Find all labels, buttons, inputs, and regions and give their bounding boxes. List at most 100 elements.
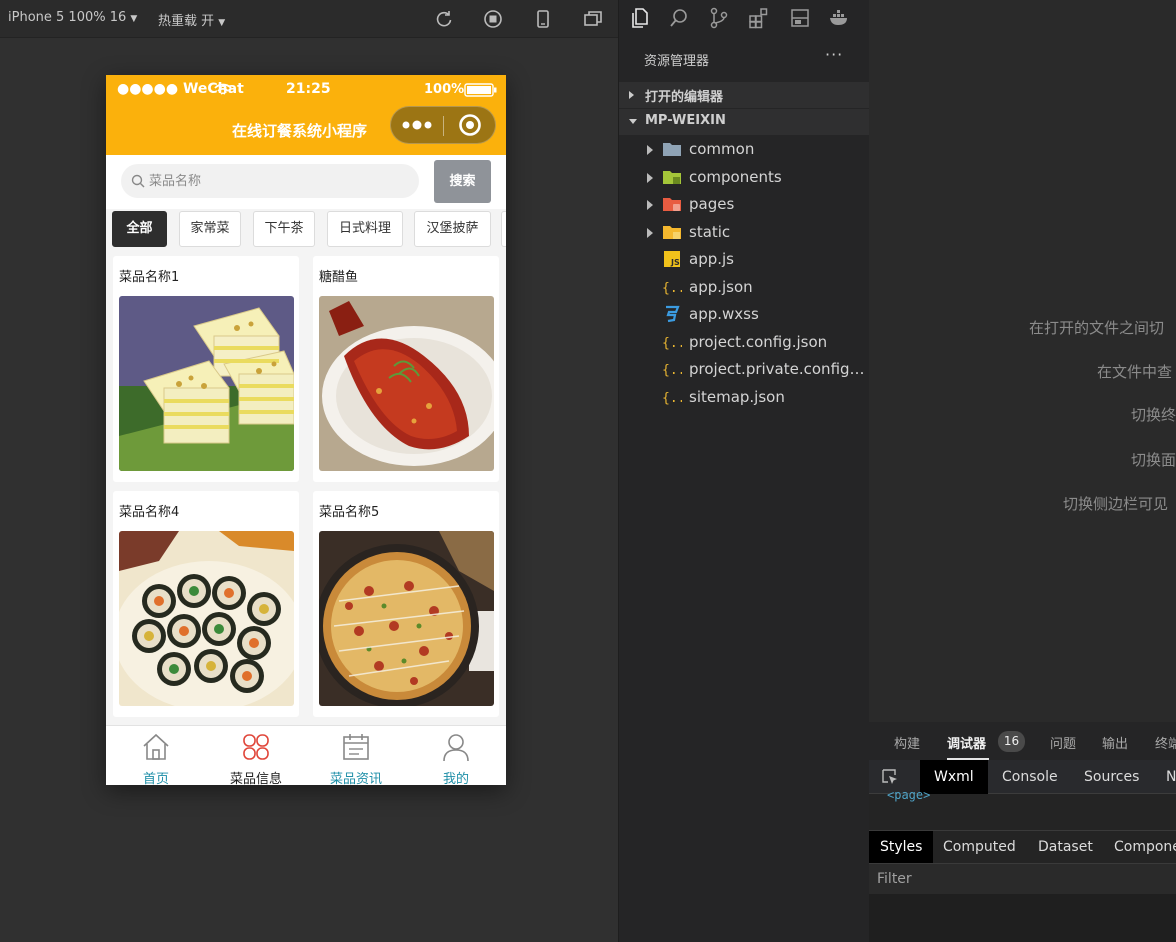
tab-computed[interactable]: Computed: [932, 831, 1027, 863]
layout-panel-icon[interactable]: [789, 7, 811, 29]
detach-window-icon[interactable]: [583, 9, 603, 29]
category-tab-home-style[interactable]: 家常菜: [179, 211, 241, 247]
section-label: MP-WEIXIN: [645, 113, 726, 128]
filter-input[interactable]: [873, 867, 1168, 891]
svg-text:{..}: {..}: [662, 336, 682, 351]
tree-file[interactable]: {..} app.json: [619, 274, 869, 301]
hot-reload-toggle[interactable]: 热重载 开 ▼: [158, 10, 225, 29]
open-editors-section[interactable]: 打开的编辑器: [619, 82, 869, 108]
user-icon: [443, 734, 469, 762]
category-tab-burger-pizza[interactable]: 汉堡披萨: [414, 211, 491, 247]
capsule-menu: [390, 106, 496, 144]
tab-dish-news[interactable]: 菜品资讯: [306, 726, 406, 785]
category-tabs: 全部 家常菜 下午茶 日式料理 汉堡披萨: [106, 209, 506, 255]
tab-dish-info[interactable]: 菜品信息: [206, 726, 306, 785]
tab-build[interactable]: 构建: [894, 733, 920, 752]
dish-card[interactable]: 菜品名称5: [313, 491, 499, 717]
status-time: 21:25: [286, 81, 331, 97]
tree-folder[interactable]: components: [619, 164, 869, 191]
tree-folder[interactable]: common: [619, 136, 869, 163]
source-control-icon[interactable]: [708, 7, 730, 29]
dish-card[interactable]: 菜品名称4: [113, 491, 299, 717]
category-tab-all[interactable]: 全部: [112, 211, 167, 247]
explorer-title: 资源管理器: [644, 54, 710, 69]
capsule-divider: [443, 116, 444, 136]
clover-grid-icon: [243, 734, 269, 760]
tab-terminal[interactable]: 终端: [1155, 733, 1176, 752]
tab-styles[interactable]: Styles: [869, 831, 934, 863]
shortcut-hint: 切换面: [1131, 451, 1176, 469]
dish-card[interactable]: 糖醋鱼: [313, 256, 499, 482]
device-selector[interactable]: iPhone 5 100% 16 ▼: [8, 10, 137, 25]
dish-name: 糖醋鱼: [319, 270, 359, 285]
tree-label: project.private.config.js...: [689, 360, 867, 378]
chevron-right-icon: [647, 145, 653, 155]
calendar-icon: [343, 734, 369, 760]
tab-output[interactable]: 输出: [1102, 733, 1128, 752]
tab-problems[interactable]: 问题: [1050, 733, 1076, 752]
tree-file[interactable]: JS app.js: [619, 246, 869, 273]
tab-component[interactable]: Component: [1103, 831, 1176, 863]
search-input[interactable]: [149, 164, 409, 198]
tree-file[interactable]: app.wxss: [619, 301, 869, 328]
page-title: 在线订餐系统小程序: [232, 122, 368, 140]
docker-icon[interactable]: [828, 7, 850, 29]
wxml-page-node[interactable]: <page>: [887, 788, 930, 802]
category-tab-afternoon-tea[interactable]: 下午茶: [253, 211, 315, 247]
nav-bar: ●●●●● WeChat 21:25 100% 在线订餐系统小程序: [106, 75, 506, 155]
dish-card[interactable]: 菜品名称1: [113, 256, 299, 482]
home-icon: [143, 733, 169, 760]
wifi-icon: [214, 83, 232, 95]
tree-file[interactable]: {..} project.private.config.js...: [619, 356, 869, 383]
chevron-right-icon: [647, 173, 653, 183]
phone-preview-icon[interactable]: [533, 9, 553, 29]
tab-network[interactable]: N: [1152, 760, 1176, 794]
json-file-icon: {..}: [662, 363, 682, 378]
category-tab-japanese[interactable]: 日式料理: [327, 211, 403, 247]
tree-label: common: [689, 140, 755, 158]
tree-label: static: [689, 223, 731, 241]
search-icon[interactable]: [668, 7, 690, 29]
dish-name: 菜品名称5: [319, 505, 380, 520]
refresh-icon[interactable]: [434, 9, 454, 29]
tree-folder[interactable]: pages: [619, 191, 869, 218]
battery-percent: 100%: [424, 82, 465, 97]
tab-label: 我的: [442, 772, 469, 785]
svg-text:{..}: {..}: [662, 281, 682, 296]
editor-area: 在打开的文件之间切 在文件中查 切换终 切换面 切换侧边栏可见: [869, 0, 1176, 722]
tab-sources[interactable]: Sources: [1070, 760, 1153, 794]
more-actions-icon[interactable]: ···: [825, 45, 843, 64]
json-file-icon: {..}: [662, 391, 682, 406]
tree-file[interactable]: {..} sitemap.json: [619, 384, 869, 411]
tree-folder[interactable]: static: [619, 219, 869, 246]
tree-label: pages: [689, 195, 735, 213]
tab-debugger[interactable]: 调试器: [947, 733, 986, 752]
sweet-sour-fish-photo: [319, 296, 494, 471]
tab-console[interactable]: Console: [988, 760, 1072, 794]
tab-home[interactable]: 首页: [106, 726, 206, 785]
search-button[interactable]: 搜索: [434, 160, 491, 203]
tree-label: components: [689, 168, 782, 186]
tab-profile[interactable]: 我的: [406, 726, 506, 785]
inspect-element-icon[interactable]: [881, 768, 899, 786]
more-dots-icon[interactable]: [401, 118, 433, 132]
folder-icon: [663, 143, 681, 156]
battery-icon: [464, 83, 497, 97]
tree-label: app.js: [689, 250, 734, 268]
category-tab-overflow[interactable]: [501, 211, 506, 247]
files-icon[interactable]: [629, 7, 651, 29]
json-file-icon: {..}: [662, 281, 682, 296]
devtools-panel: 构建 调试器 16 问题 输出 终端 Wxml Console Sources …: [869, 722, 1176, 942]
search-icon: [131, 174, 145, 188]
chevron-down-icon: ▼: [130, 14, 138, 24]
chevron-right-icon: [647, 228, 653, 238]
tab-dataset[interactable]: Dataset: [1027, 831, 1104, 863]
stop-record-icon[interactable]: [483, 9, 503, 29]
project-section[interactable]: MP-WEIXIN: [619, 109, 869, 135]
tree-file[interactable]: {..} project.config.json: [619, 329, 869, 356]
extensions-icon[interactable]: [748, 7, 770, 29]
svg-text:{..}: {..}: [662, 363, 682, 378]
svg-text:{..}: {..}: [662, 391, 682, 406]
close-miniprogram-icon[interactable]: [458, 113, 482, 137]
explorer-panel: 资源管理器 ··· 打开的编辑器 MP-WEIXIN common compon…: [619, 36, 869, 942]
